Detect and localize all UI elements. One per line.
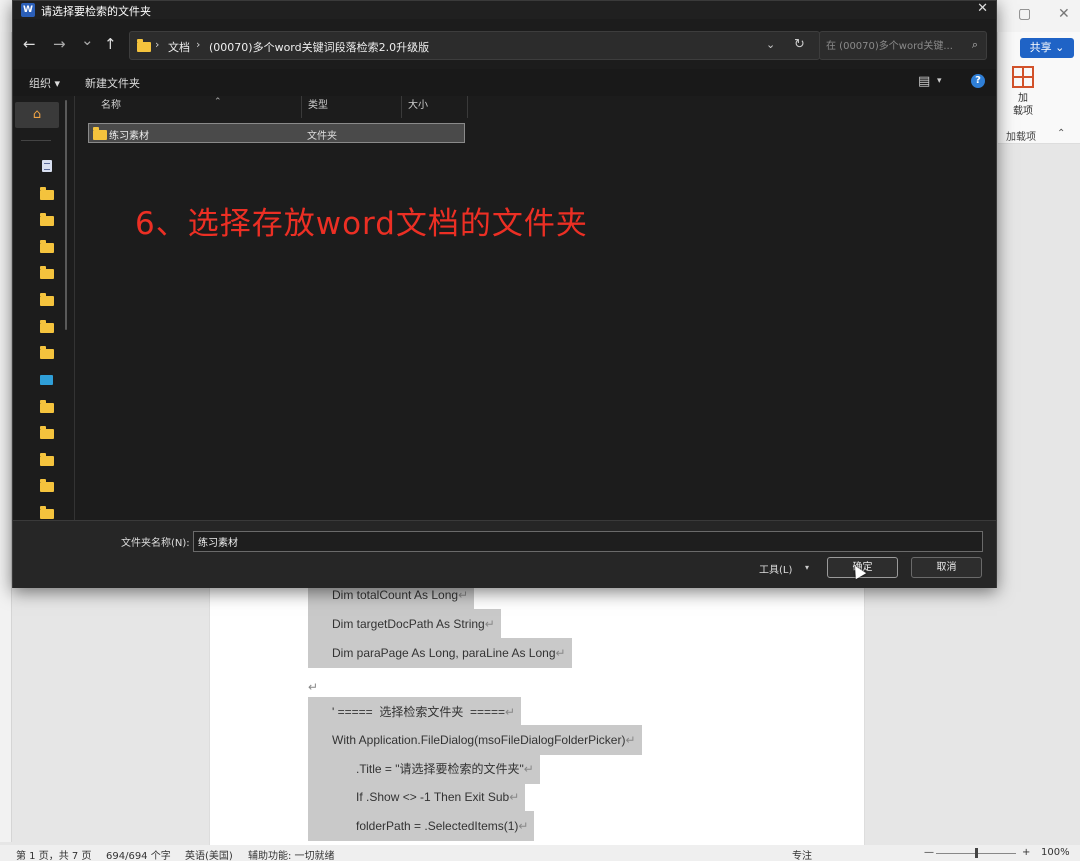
dialog-close-icon[interactable]: ✕ [977, 1, 988, 16]
folder-icon [137, 39, 151, 52]
word-count[interactable]: 694/694 个字 [106, 847, 171, 861]
address-bar[interactable]: › 文档 › (00070)多个word关键词段落检索2.0升级版 › ⌄ ↻ [129, 31, 820, 60]
recent-locations-icon[interactable]: ⌄ [81, 31, 94, 49]
folder-icon [93, 127, 107, 140]
folder-nav-icon[interactable] [40, 346, 54, 359]
search-input[interactable] [826, 38, 956, 54]
file-list: 名称 ⌃ 类型 大小 练习素材 文件夹 [76, 96, 996, 520]
zoom-level[interactable]: 100% [1041, 847, 1070, 858]
tutorial-annotation: 6、选择存放word文档的文件夹 [135, 206, 588, 242]
addins-icon [1012, 66, 1034, 88]
dialog-footer: 文件夹名称(N): 工具(L) ▾ 确定 取消 [13, 520, 996, 588]
home-icon[interactable]: ⌂ [15, 102, 59, 128]
folder-nav-icon[interactable] [40, 453, 54, 466]
navigation-pane: ⌂ [13, 96, 75, 520]
breadcrumb-current-folder[interactable]: (00070)多个word关键词段落检索2.0升级版 [209, 39, 429, 55]
search-box[interactable]: ⌕ [819, 31, 987, 60]
code-line: ' ===== 选择检索文件夹 =====↵ [308, 697, 522, 727]
cancel-button[interactable]: 取消 [911, 557, 982, 578]
navigation-bar: ← → ⌄ ↑ › 文档 › (00070)多个word关键词段落检索2.0升级… [13, 19, 996, 69]
dialog-titlebar: W 请选择要检索的文件夹 ✕ [13, 1, 996, 19]
page-count[interactable]: 第 1 页，共 7 页 [16, 847, 91, 861]
zoom-slider-thumb[interactable] [975, 848, 978, 858]
breadcrumb-separator: › [196, 38, 201, 51]
help-icon[interactable]: ? [971, 74, 985, 88]
breadcrumb-documents[interactable]: 文档 [168, 39, 190, 55]
folder-nav-icon[interactable] [40, 506, 54, 519]
status-bar: 第 1 页，共 7 页 694/694 个字 英语(美国) 辅助功能: 一切就绪… [0, 845, 1080, 861]
addins-label-2: 载项 [1013, 106, 1033, 117]
up-arrow-icon[interactable]: ↑ [104, 35, 117, 53]
folder-nav-icon[interactable] [40, 266, 54, 279]
code-line: .Title = "请选择要检索的文件夹"↵ [308, 754, 540, 784]
close-icon[interactable]: ✕ [1058, 6, 1070, 22]
folder-nav-icon[interactable] [40, 400, 54, 413]
forward-arrow-icon[interactable]: → [53, 35, 66, 53]
language-status[interactable]: 英语(美国) [185, 847, 233, 861]
folder-nav-icon[interactable] [40, 293, 54, 306]
share-button[interactable]: 共享 ⌄ [1020, 38, 1074, 58]
column-header-size[interactable]: 大小 [402, 96, 468, 118]
nav-pane-scrollbar[interactable] [65, 100, 67, 330]
tools-caret-icon[interactable]: ▾ [805, 563, 809, 572]
word-app-icon: W [21, 3, 35, 17]
file-name: 练习素材 [109, 131, 149, 142]
folder-nav-icon[interactable] [40, 320, 54, 333]
folder-picker-dialog: W 请选择要检索的文件夹 ✕ ← → ⌄ ↑ › 文档 › (00070)多个w… [12, 0, 997, 588]
word-left-strip [0, 32, 12, 842]
refresh-icon[interactable]: ↻ [794, 37, 805, 52]
folder-nav-icon[interactable] [40, 213, 54, 226]
maximize-icon[interactable]: ▢ [1018, 6, 1031, 22]
column-header-type[interactable]: 类型 [302, 96, 402, 118]
tools-menu[interactable]: 工具(L) [759, 561, 792, 576]
zoom-in-button[interactable]: + [1022, 847, 1030, 858]
addins-group-label: 加载项 [1006, 132, 1036, 143]
documents-nav-icon[interactable] [42, 160, 52, 172]
file-type: 文件夹 [307, 131, 337, 142]
code-line: folderPath = .SelectedItems(1)↵ [308, 811, 535, 841]
view-options-caret-icon[interactable]: ▾ [937, 76, 942, 86]
code-line: If .Show <> -1 Then Exit Sub↵ [308, 782, 526, 812]
focus-mode[interactable]: 专注 [792, 847, 812, 861]
view-options-icon[interactable]: ▤ [918, 74, 930, 89]
pictures-nav-icon[interactable] [40, 375, 53, 385]
code-line: With Application.FileDialog(msoFileDialo… [308, 725, 642, 755]
search-icon[interactable]: ⌕ [972, 38, 978, 52]
column-header-name[interactable]: 名称 ⌃ [95, 96, 302, 118]
collapse-ribbon-icon[interactable]: ⌃ [1057, 128, 1065, 139]
zoom-out-button[interactable]: — [924, 847, 934, 858]
back-arrow-icon[interactable]: ← [23, 35, 36, 53]
nav-divider [21, 140, 51, 141]
folder-name-label: 文件夹名称(N): [121, 538, 190, 549]
sort-caret-icon: ⌃ [214, 97, 222, 107]
folder-nav-icon[interactable] [40, 187, 54, 200]
code-line: Dim paraPage As Long, paraLine As Long↵ [308, 638, 572, 668]
file-row[interactable]: 练习素材 文件夹 [88, 123, 465, 143]
breadcrumb-separator: › [155, 38, 160, 51]
chevron-down-icon[interactable]: ⌄ [766, 38, 775, 51]
accessibility-status[interactable]: 辅助功能: 一切就绪 [248, 847, 335, 861]
code-line: Dim targetDocPath As String↵ [308, 609, 501, 639]
folder-nav-icon[interactable] [40, 426, 54, 439]
addins-label-1: 加 [1018, 93, 1028, 104]
folder-nav-icon[interactable] [40, 479, 54, 492]
breadcrumb-separator[interactable]: › [412, 38, 416, 51]
addins-button[interactable]: 加 载项 [1008, 64, 1038, 118]
dialog-toolbar: 组织 ▾ 新建文件夹 ▤ ▾ ? [13, 69, 996, 96]
organize-menu[interactable]: 组织 ▾ [29, 75, 60, 91]
folder-nav-icon[interactable] [40, 240, 54, 253]
dialog-title: 请选择要检索的文件夹 [41, 5, 151, 18]
folder-name-input[interactable] [193, 531, 983, 552]
new-folder-button[interactable]: 新建文件夹 [85, 75, 140, 91]
